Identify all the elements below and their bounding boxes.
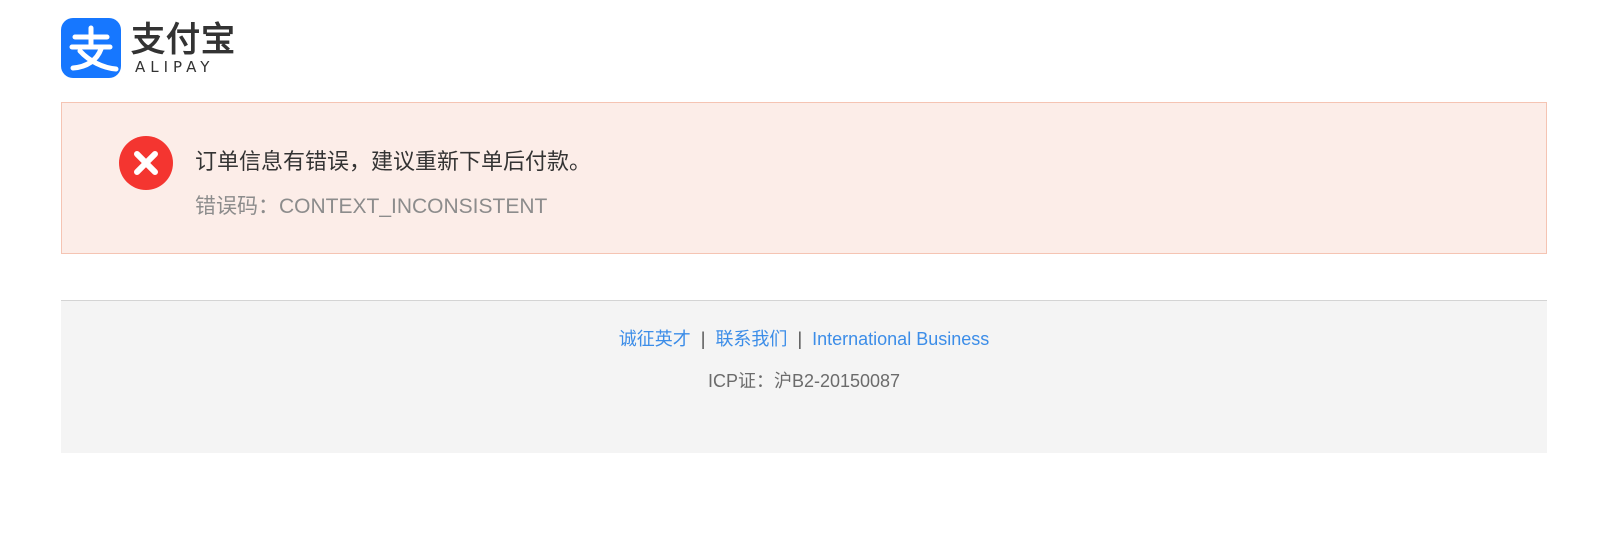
- footer-separator: |: [700, 329, 706, 349]
- footer-separator: |: [797, 329, 803, 349]
- error-code-label: 错误码：: [195, 195, 279, 218]
- footer-link-careers[interactable]: 诚征英才: [619, 329, 691, 349]
- error-banner: 订单信息有错误，建议重新下单后付款。 错误码：CONTEXT_INCONSIST…: [61, 102, 1547, 254]
- brand-name-cn: 支付宝: [131, 20, 236, 60]
- page: 支付宝 ALIPAY 订单信息有错误，建议重新下单后付款。 错误码：CONTEX…: [0, 0, 1614, 541]
- error-message: 订单信息有错误，建议重新下单后付款。: [195, 150, 592, 175]
- footer: 诚征英才 | 联系我们 | International Business ICP证：沪B…: [61, 300, 1547, 453]
- alipay-logo-icon: [61, 18, 121, 78]
- footer-link-contact-us[interactable]: 联系我们: [715, 329, 787, 349]
- error-code: 错误码：CONTEXT_INCONSISTENT: [195, 194, 547, 220]
- zhi-glyph-icon: [69, 25, 119, 72]
- icp-license: ICP证：沪B2-20150087: [707, 371, 901, 391]
- footer-link-international-business[interactable]: International Business: [812, 329, 989, 349]
- error-x-circle-icon: [119, 136, 173, 190]
- brand-name-en: ALIPAY: [135, 58, 215, 76]
- logo-text: 支付宝 ALIPAY: [131, 18, 236, 78]
- footer-links: 诚征英才 | 联系我们 | International Business: [61, 327, 1547, 351]
- error-code-value: CONTEXT_INCONSISTENT: [279, 195, 548, 218]
- header: 支付宝 ALIPAY: [61, 18, 236, 78]
